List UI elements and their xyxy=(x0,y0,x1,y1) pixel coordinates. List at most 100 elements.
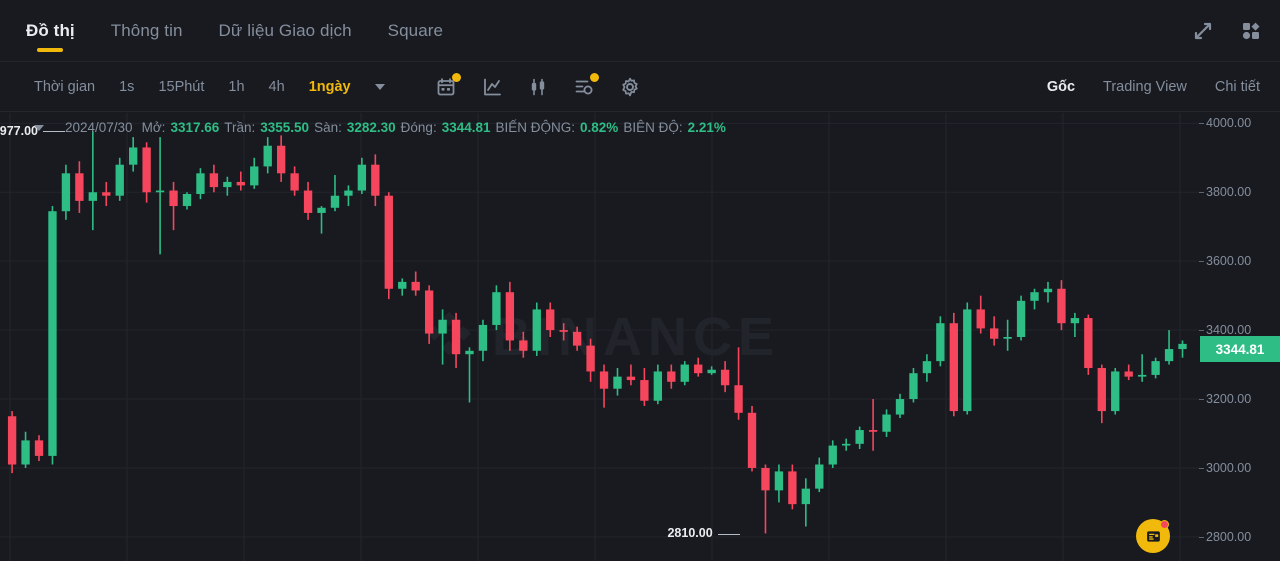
calendar-icon[interactable] xyxy=(435,72,461,98)
candle-body xyxy=(1084,318,1093,369)
candle-body xyxy=(1030,292,1039,301)
tabbar-actions xyxy=(1192,0,1262,62)
price-axis-tick: 3000.00 xyxy=(1198,460,1252,475)
source-chi-tiet[interactable]: Chi tiết xyxy=(1215,79,1260,95)
candle-body xyxy=(613,376,622,389)
candle xyxy=(142,142,151,203)
candle xyxy=(115,157,124,201)
candle-body xyxy=(626,376,636,381)
source-goc[interactable]: Gốc xyxy=(1047,79,1075,95)
candle-body xyxy=(88,192,97,201)
candle xyxy=(1003,319,1012,351)
candle-body xyxy=(357,164,367,191)
layout-grid-icon[interactable] xyxy=(1240,20,1262,42)
candle xyxy=(1016,295,1026,341)
legend-high-value: 3355.50 xyxy=(260,120,310,135)
chart-area[interactable]: BINANCE 3977.00 2810.00 4000.003800.0036… xyxy=(0,113,1280,561)
candle-body xyxy=(34,440,44,456)
candle-body xyxy=(546,309,555,331)
candle-body xyxy=(855,430,864,444)
candle xyxy=(21,431,30,468)
candle xyxy=(532,302,541,356)
interval-15phut[interactable]: 15Phút xyxy=(158,79,204,95)
candle xyxy=(424,285,434,344)
gear-icon[interactable] xyxy=(619,76,641,98)
candle xyxy=(788,464,797,510)
candle xyxy=(1043,281,1053,303)
candle xyxy=(384,192,393,300)
candle xyxy=(169,181,178,231)
candle-body xyxy=(895,399,905,415)
candlestick-plot[interactable] xyxy=(0,113,1200,561)
news-fab-button[interactable] xyxy=(1136,519,1170,553)
price-axis-tick: 4000.00 xyxy=(1198,116,1252,131)
candle xyxy=(1070,312,1080,337)
candle-body xyxy=(196,173,205,194)
candle xyxy=(842,438,851,451)
legend-date: 2024/07/30 xyxy=(65,120,133,135)
tab-thong-tin[interactable]: Thông tin xyxy=(111,0,183,62)
tab-square[interactable]: Square xyxy=(388,0,443,62)
candle xyxy=(976,295,985,334)
interval-1s[interactable]: 1s xyxy=(119,79,134,95)
candle xyxy=(1084,314,1093,375)
indicators-badge-dot xyxy=(589,72,599,82)
candle xyxy=(707,366,716,375)
legend-close-label: Đóng: xyxy=(400,120,437,135)
candle-body xyxy=(276,145,286,174)
candle xyxy=(667,364,676,389)
tab-label: Dữ liệu Giao dịch xyxy=(218,20,352,40)
candle xyxy=(290,166,299,196)
candle xyxy=(882,409,891,437)
candle xyxy=(761,464,770,534)
interval-1ngay[interactable]: 1ngày xyxy=(309,79,351,95)
candle-body xyxy=(667,371,676,382)
candle-body xyxy=(707,369,716,374)
candle-body xyxy=(599,371,609,389)
candle-body xyxy=(223,181,232,188)
interval-1h[interactable]: 1h xyxy=(228,79,244,95)
candle-body xyxy=(371,164,380,196)
line-chart-icon[interactable] xyxy=(481,76,503,98)
candle-body xyxy=(572,331,582,346)
tab-du-lieu-giao-dich[interactable]: Dữ liệu Giao dịch xyxy=(219,0,352,62)
candle xyxy=(330,175,340,212)
candle xyxy=(438,309,447,365)
expand-icon[interactable] xyxy=(1192,20,1214,42)
candle xyxy=(559,323,568,341)
candle xyxy=(492,285,501,331)
candle-body xyxy=(7,416,17,465)
chart-source-switcher: Gốc Trading View Chi tiết xyxy=(1047,62,1260,112)
chevron-down-icon[interactable] xyxy=(374,83,385,90)
interval-4h[interactable]: 4h xyxy=(269,79,285,95)
candle-body xyxy=(61,173,71,212)
legend-low-value: 3282.30 xyxy=(346,120,396,135)
chart-toolbar: Thời gian 1s 15Phút 1h 4h 1ngày Gốc Trad… xyxy=(0,62,1280,112)
candle xyxy=(734,347,743,420)
candle-body xyxy=(1097,368,1106,412)
candle-body xyxy=(882,414,891,432)
time-label: Thời gian xyxy=(34,78,96,95)
candle xyxy=(48,206,57,465)
source-trading-view[interactable]: Trading View xyxy=(1103,79,1187,95)
candle-body xyxy=(842,443,851,446)
candle xyxy=(411,271,420,296)
candle-body xyxy=(1137,374,1147,377)
candle xyxy=(344,185,353,207)
candle-body xyxy=(949,323,958,412)
indicators-icon[interactable] xyxy=(573,72,599,98)
candle xyxy=(371,154,380,207)
candle-body xyxy=(102,192,111,196)
candle xyxy=(963,302,972,415)
tab-do-thi[interactable]: Đồ thị xyxy=(26,0,75,62)
top-tab-bar: Đồ thị Thông tin Dữ liệu Giao dịch Squar… xyxy=(0,0,1280,62)
news-icon xyxy=(1146,530,1160,542)
candle xyxy=(909,368,918,403)
price-axis-tick: 3800.00 xyxy=(1198,185,1252,200)
candle-body xyxy=(290,173,299,191)
legend-collapse-icon[interactable] xyxy=(34,124,44,131)
candlestick-icon[interactable] xyxy=(527,76,549,98)
candle-body xyxy=(398,281,407,289)
candle-body xyxy=(465,350,474,355)
price-axis[interactable]: 4000.00 3800.00 3600.00 3400.00 3200.00 3000.… xyxy=(1198,113,1280,561)
